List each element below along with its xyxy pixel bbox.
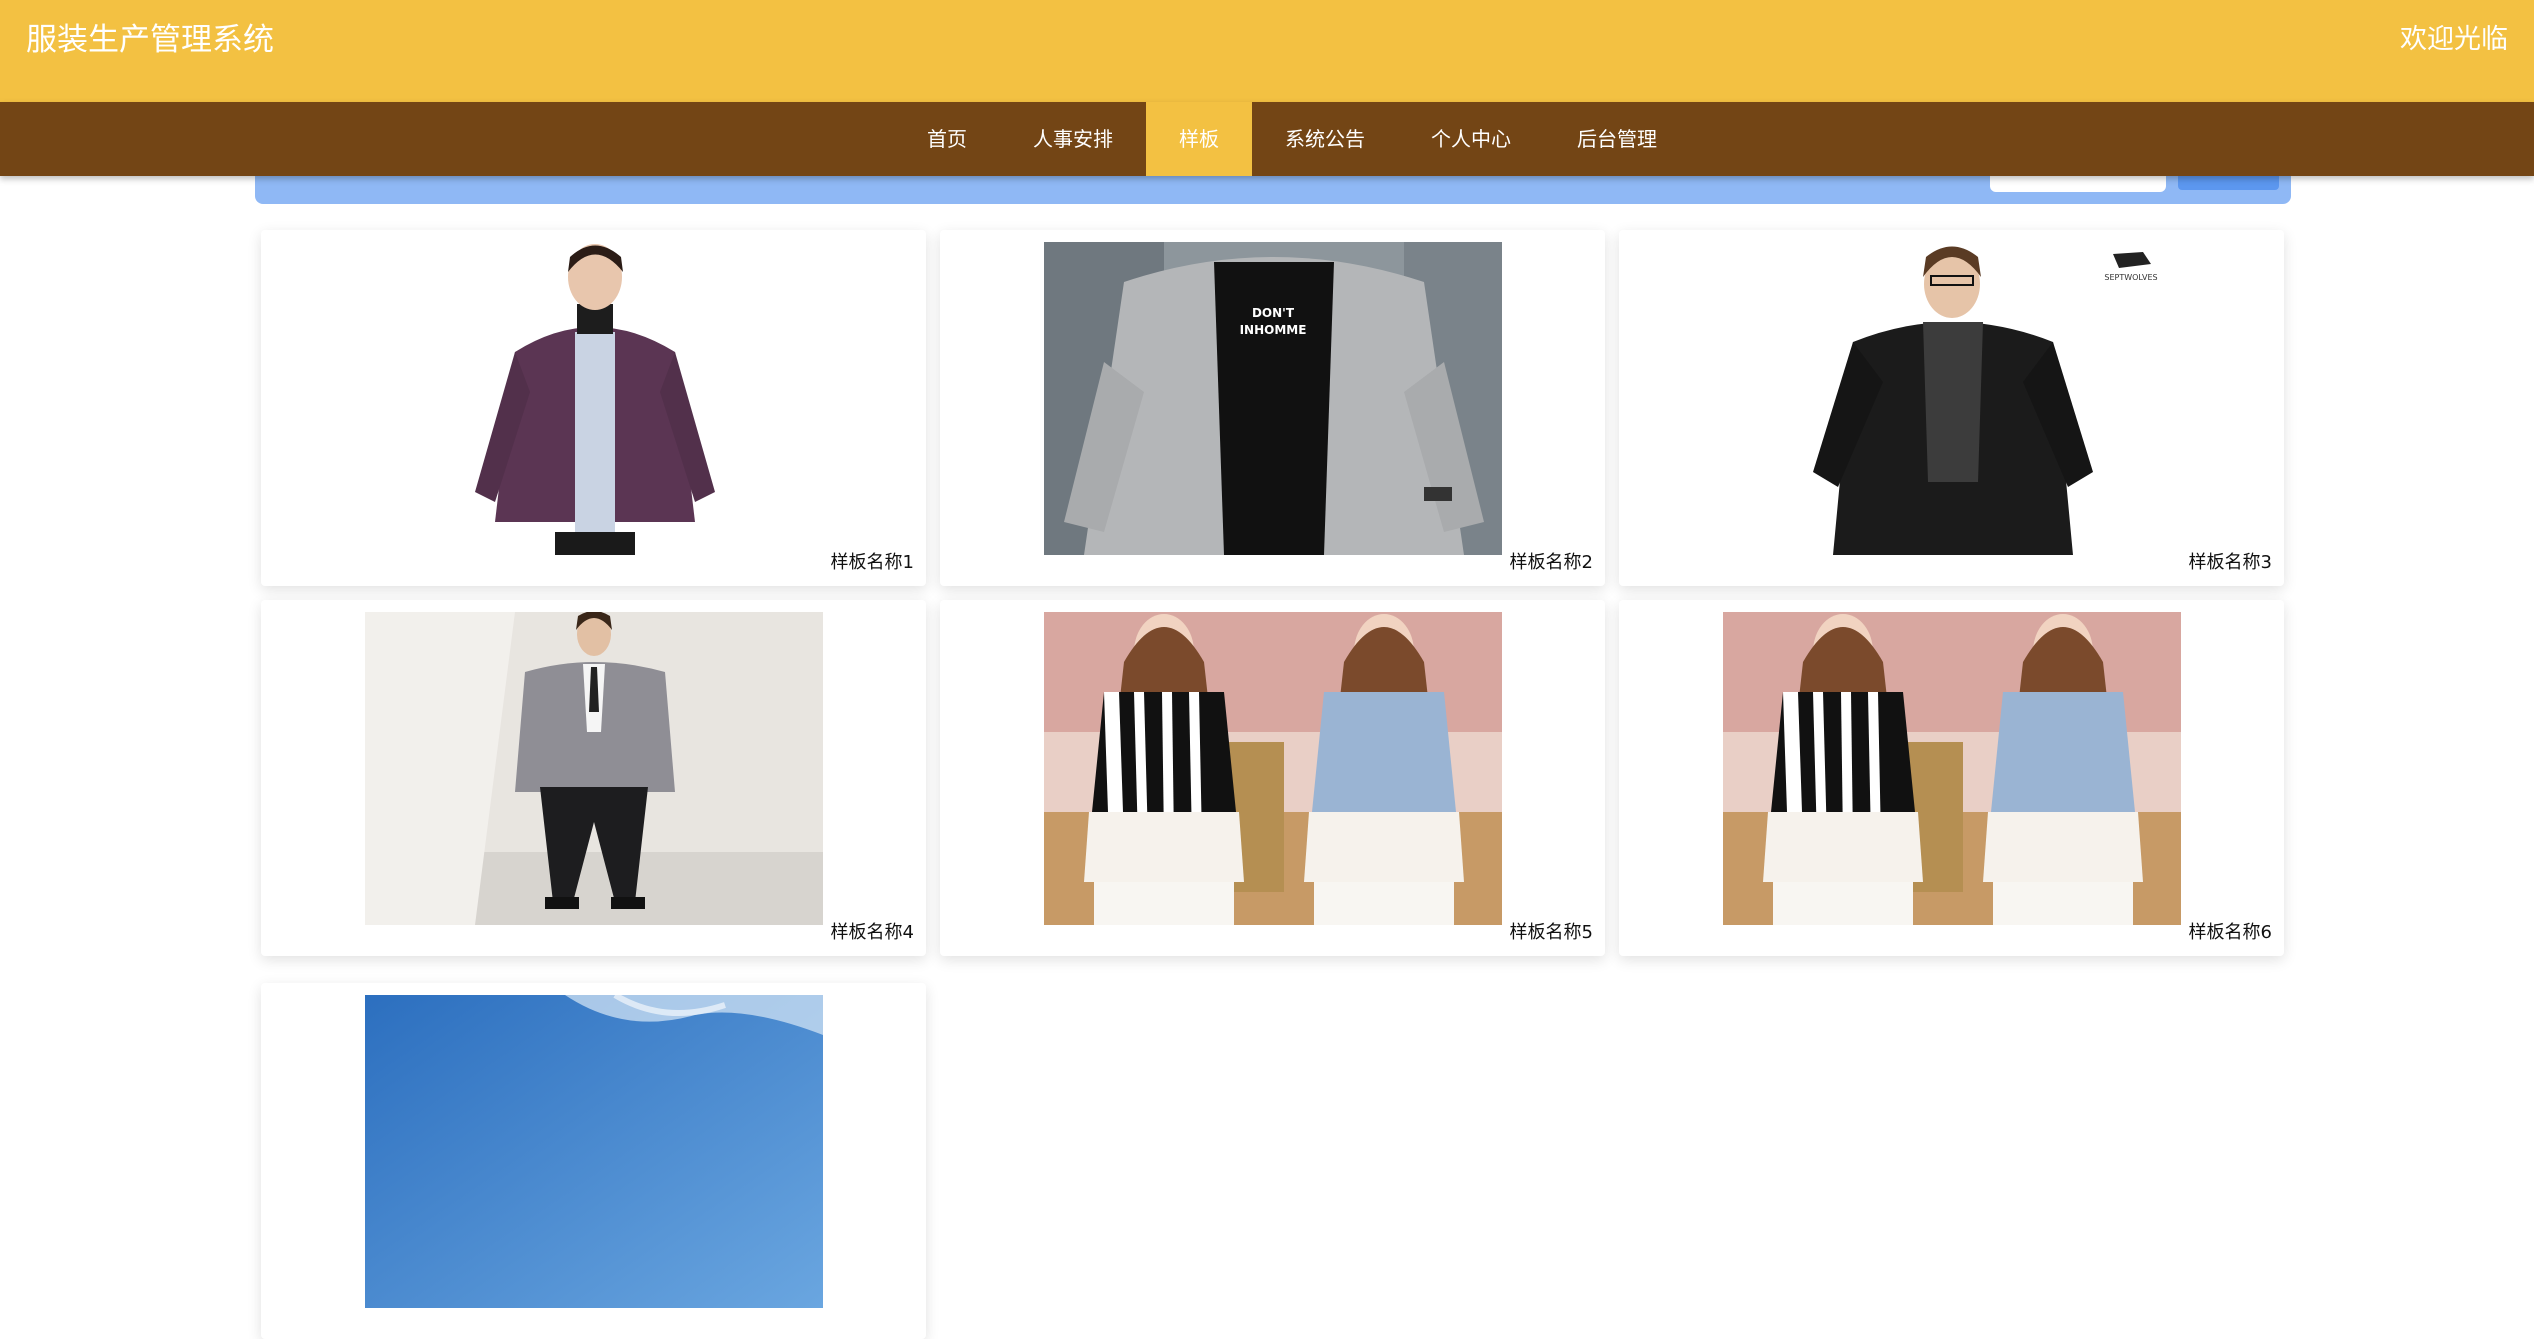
sample-card[interactable]: DON'T INHOMME 样板名称2 <box>940 230 1605 586</box>
sample-name: 样板名称2 <box>1509 552 1593 573</box>
tshirt-print-2: INHOMME <box>1240 323 1307 337</box>
sample-card[interactable]: 样板名称1 <box>261 230 926 586</box>
sample-name: 样板名称6 <box>2188 922 2272 943</box>
sample-name: 样板名称3 <box>2188 552 2272 573</box>
nav-item-admin[interactable]: 后台管理 <box>1544 102 1690 176</box>
sample-image-women-tops <box>1723 612 2181 925</box>
sample-image-women-tops <box>1044 612 1502 925</box>
sample-image-purple-jacket <box>365 242 823 555</box>
sample-card[interactable]: SEPTWOLVES 样板名称3 <box>1619 230 2284 586</box>
main-navbar: 首页 人事安排 样板 系统公告 个人中心 后台管理 <box>0 102 2534 176</box>
nav-item-profile[interactable]: 个人中心 <box>1398 102 1544 176</box>
sample-image-gray-hooded-jacket: DON'T INHOMME <box>1044 242 1502 555</box>
nav-item-announcements[interactable]: 系统公告 <box>1252 102 1398 176</box>
sample-image-black-jacket: SEPTWOLVES <box>1723 242 2181 555</box>
sample-image-gray-blazer <box>365 612 823 925</box>
sample-name: 样板名称4 <box>830 922 914 943</box>
nav-item-home[interactable]: 首页 <box>894 102 1000 176</box>
brand-logo-text: SEPTWOLVES <box>2104 273 2157 282</box>
sample-image-blue-sky <box>365 995 823 1308</box>
search-button[interactable] <box>2178 174 2279 190</box>
sample-card[interactable]: 样板名称4 <box>261 600 926 956</box>
sample-name: 样板名称5 <box>1509 922 1593 943</box>
tshirt-print-1: DON'T <box>1252 306 1295 320</box>
nav-item-samples[interactable]: 样板 <box>1146 102 1252 176</box>
sample-card[interactable] <box>261 983 926 1339</box>
nav-item-personnel[interactable]: 人事安排 <box>1000 102 1146 176</box>
sample-name: 样板名称1 <box>830 552 914 573</box>
sample-card[interactable]: 样板名称6 <box>1619 600 2284 956</box>
sample-card[interactable]: 样板名称5 <box>940 600 1605 956</box>
